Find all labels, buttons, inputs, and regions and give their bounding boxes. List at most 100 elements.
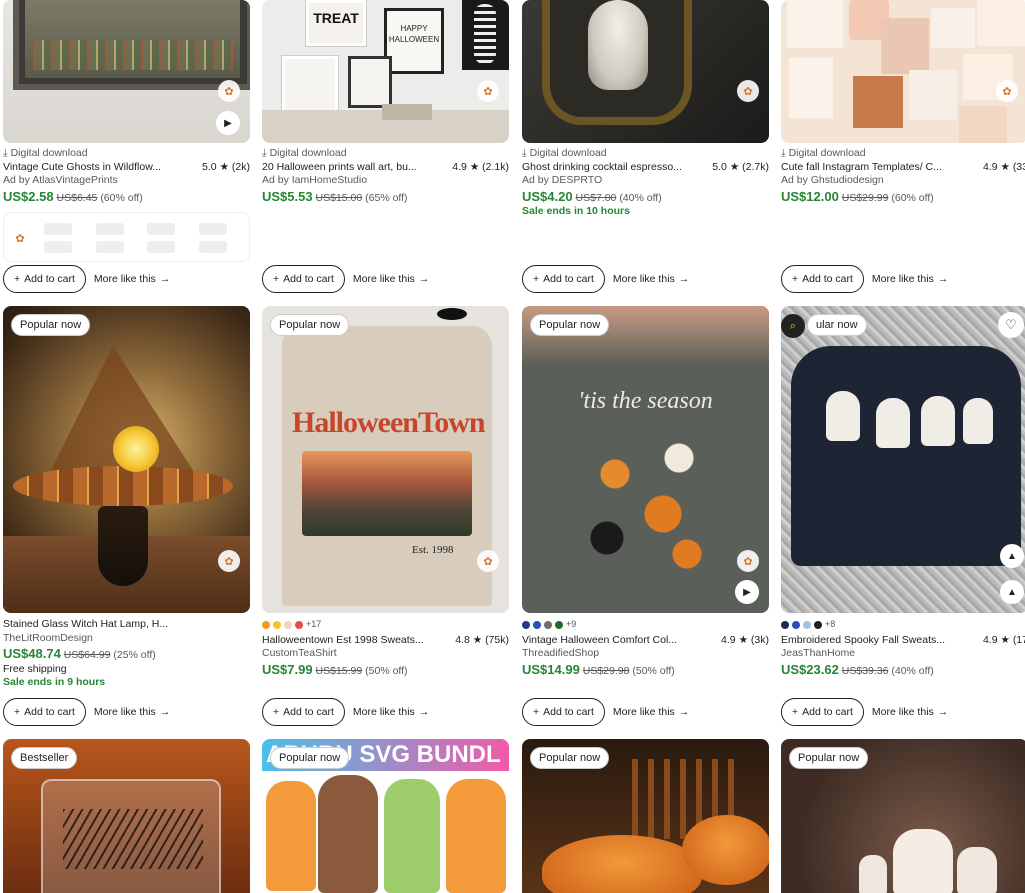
color-swatches[interactable]: +9	[522, 618, 769, 632]
plus-icon: +	[792, 706, 799, 718]
shop-name[interactable]: Ad by IamHomeStudio	[262, 174, 509, 188]
swatch[interactable]	[544, 620, 552, 629]
add-to-cart-button[interactable]: + Add to cart	[522, 698, 605, 726]
color-swatches[interactable]: +17	[262, 618, 509, 632]
swatch[interactable]	[555, 620, 563, 629]
product-image[interactable]: HalloweenTown Est. 1998 ✿	[262, 306, 509, 613]
product-card[interactable]: ✿ ⤓ Digital download Ghost drinking cock…	[522, 0, 769, 295]
product-title[interactable]: Halloweentown Est 1998 Sweats...	[262, 634, 424, 648]
swatch[interactable]	[273, 620, 281, 629]
swatch[interactable]	[295, 620, 303, 629]
play-icon[interactable]: ▶	[735, 580, 759, 604]
search-icon[interactable]: ⌕	[781, 314, 805, 338]
shop-name[interactable]: Ad by AtlasVintagePrints	[3, 174, 250, 188]
bestseller-badge: Bestseller	[11, 747, 78, 769]
plus-icon: +	[14, 706, 21, 718]
product-title[interactable]: Vintage Halloween Comfort Col...	[522, 634, 677, 648]
bee-icon: ✿	[737, 550, 759, 572]
product-title[interactable]: Cute fall Instagram Templates/ C...	[781, 161, 942, 175]
product-title[interactable]: Ghost drinking cocktail espresso...	[522, 161, 682, 175]
color-swatches[interactable]: +8	[781, 618, 1025, 632]
add-to-cart-button[interactable]: + Add to cart	[3, 698, 86, 726]
shop-name[interactable]: TheLitRoomDesign	[3, 632, 250, 646]
product-image[interactable]: ✿ ▶	[3, 0, 250, 143]
add-to-cart-button[interactable]: + Add to cart	[262, 698, 345, 726]
price: US$4.20	[522, 188, 573, 204]
bee-icon: ✿	[9, 227, 31, 249]
add-to-cart-button[interactable]: + Add to cart	[781, 698, 864, 726]
rating: 4.9 ★ (17	[982, 633, 1025, 646]
add-to-cart-button[interactable]: + Add to cart	[522, 265, 605, 293]
product-image[interactable]: 'tis the season ✿ ▶	[522, 306, 769, 613]
product-card[interactable]: HalloweenTown Est. 1998 ✿ Popular now +1…	[262, 306, 509, 726]
swatch[interactable]	[284, 620, 292, 629]
original-price: US$15.00	[315, 191, 363, 204]
product-card[interactable]: ⌕ ♡ ▲ ▲ ular now +8 Embroidered Spooky F…	[781, 306, 1025, 726]
product-card[interactable]: Popular now	[781, 739, 1025, 893]
product-image[interactable]: ⌕ ♡ ▲ ▲	[781, 306, 1025, 613]
product-title[interactable]: Stained Glass Witch Hat Lamp, H...	[3, 618, 168, 632]
plus-icon: +	[273, 273, 280, 285]
add-to-cart-button[interactable]: + Add to cart	[262, 265, 345, 293]
more-like-this-link[interactable]: More like this →	[613, 706, 689, 718]
product-card[interactable]: ✿ ▶ ⤓ Digital download Vintage Cute Ghos…	[3, 0, 250, 295]
original-price: US$29.99	[841, 191, 889, 204]
heart-icon[interactable]: ♡	[998, 312, 1024, 338]
shirt-print-text: 'tis the season	[578, 388, 713, 414]
more-like-this-link[interactable]: More like this →	[872, 273, 948, 285]
product-card[interactable]: 'tis the season ✿ ▶ Popular now +9 Vinta…	[522, 306, 769, 726]
add-to-cart-button[interactable]: + Add to cart	[3, 265, 86, 293]
arrow-right-icon: →	[418, 273, 430, 285]
more-like-this-link[interactable]: More like this →	[353, 273, 429, 285]
product-title[interactable]: Embroidered Spooky Fall Sweats...	[781, 634, 945, 648]
swatch[interactable]	[781, 620, 789, 629]
price: US$5.53	[262, 188, 313, 204]
shop-name[interactable]: JeasThanHome	[781, 647, 1025, 661]
product-card[interactable]: Bestseller	[3, 739, 250, 893]
bee-icon: ✿	[218, 80, 240, 102]
product-card[interactable]: ABUBU SVG BUNDL Popular now	[262, 739, 509, 893]
more-like-this-link[interactable]: More like this →	[613, 273, 689, 285]
more-like-this-link[interactable]: More like this →	[94, 273, 170, 285]
rating: 4.9 ★ (3k)	[721, 633, 769, 646]
product-image[interactable]: ✿	[781, 0, 1025, 143]
rating: 5.0 ★ (2k)	[202, 160, 250, 173]
original-price: US$39.36	[841, 664, 889, 677]
product-title[interactable]: 20 Halloween prints wall art, bu...	[262, 161, 417, 175]
more-colors-count: +9	[566, 619, 577, 629]
arrow-right-icon: →	[937, 706, 949, 718]
swatch[interactable]	[814, 620, 822, 629]
shop-name[interactable]: Ad by Ghstudiodesign	[781, 174, 1025, 188]
swatch[interactable]	[803, 620, 811, 629]
digital-download-label: ⤓ Digital download	[262, 147, 347, 159]
product-card[interactable]: TREAT HAPPY HALLOWEEN ✿ ⤓ Digital downloa…	[262, 0, 509, 295]
digital-download-label: ⤓ Digital download	[522, 147, 607, 159]
more-like-this-link[interactable]: More like this →	[94, 706, 170, 718]
more-colors-count: +17	[306, 619, 322, 629]
discount: (25% off)	[113, 649, 156, 661]
price: US$48.74	[3, 646, 61, 661]
original-price: US$64.99	[63, 649, 111, 661]
shop-name[interactable]: ThreadifiedShop	[522, 647, 769, 661]
add-to-cart-button[interactable]: + Add to cart	[781, 265, 864, 293]
product-card[interactable]: ✿ Popular now Stained Glass Witch Hat La…	[3, 306, 250, 726]
popular-now-badge: ular now	[807, 314, 867, 336]
product-image[interactable]: TREAT HAPPY HALLOWEEN ✿	[262, 0, 509, 143]
more-like-this-link[interactable]: More like this →	[353, 706, 429, 718]
shop-name[interactable]: Ad by DESPRTO	[522, 174, 769, 188]
swatch[interactable]	[522, 620, 530, 629]
product-card[interactable]: Popular now	[522, 739, 769, 893]
play-icon[interactable]: ▶	[216, 111, 240, 135]
product-image[interactable]: ✿	[3, 306, 250, 613]
swatch[interactable]	[262, 620, 270, 629]
swatch[interactable]	[792, 620, 800, 629]
sale-ends-label: Sale ends in 9 hours	[3, 676, 106, 688]
product-card[interactable]: ✿ ⤓ Digital download Cute fall Instagram…	[781, 0, 1025, 295]
price: US$12.00	[781, 188, 839, 204]
original-price: US$7.00	[575, 191, 617, 204]
product-title[interactable]: Vintage Cute Ghosts in Wildflow...	[3, 161, 161, 175]
product-image[interactable]: ✿	[522, 0, 769, 143]
shop-name[interactable]: CustomTeaShirt	[262, 647, 509, 661]
more-like-this-link[interactable]: More like this →	[872, 706, 948, 718]
swatch[interactable]	[533, 620, 541, 629]
